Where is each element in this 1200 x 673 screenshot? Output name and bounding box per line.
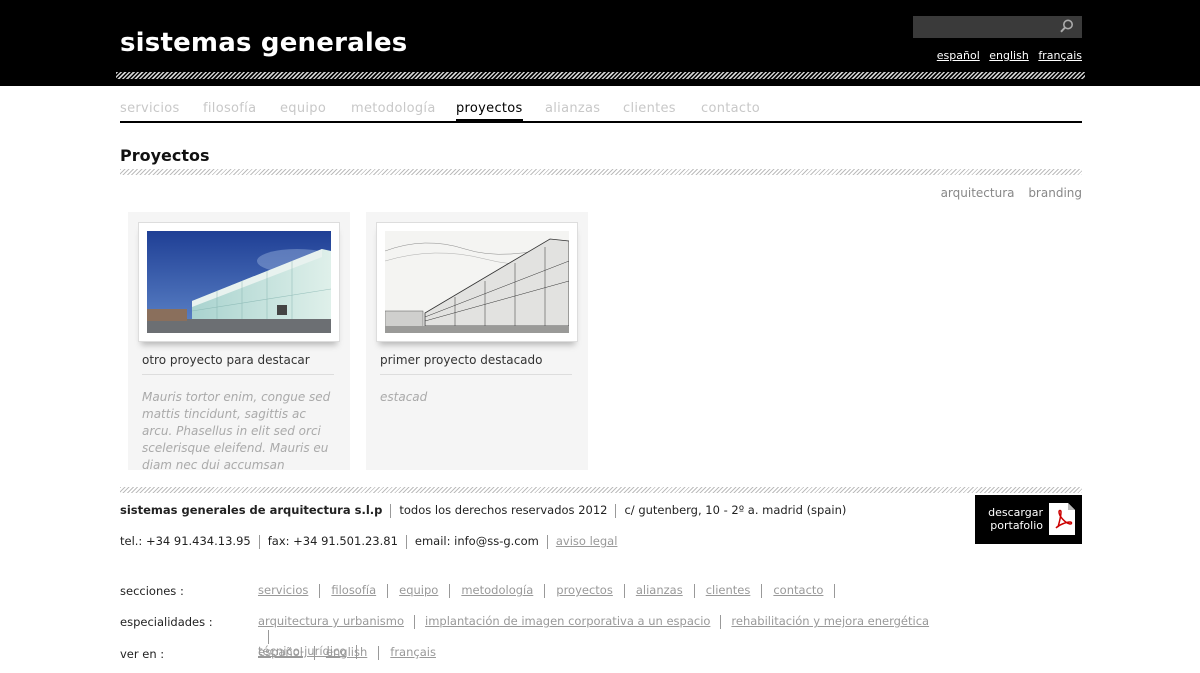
title-hatch-divider xyxy=(120,169,1082,175)
lang-espanol-link[interactable]: español xyxy=(937,49,980,62)
site-header: sistemas generales español english franç… xyxy=(0,0,1200,86)
nav-contacto[interactable]: contacto xyxy=(701,101,760,116)
nav-alianzas[interactable]: alianzas xyxy=(545,101,600,116)
sitemap-link-arquitectura[interactable]: arquitectura y urbanismo xyxy=(258,614,404,628)
nav-metodologia[interactable]: metodología xyxy=(351,101,436,116)
project-image-rendering[interactable] xyxy=(147,231,331,333)
search-icon[interactable] xyxy=(1060,19,1074,33)
card-divider xyxy=(142,374,334,375)
sitemap-lang-francais[interactable]: français xyxy=(390,645,436,659)
footer-company: sistemas generales de arquitectura s.l.p xyxy=(120,503,383,517)
project-card[interactable]: primer proyecto destacado estacad xyxy=(366,212,588,470)
project-image-sketch[interactable] xyxy=(385,231,569,333)
footer-rights: todos los derechos reservados 2012 xyxy=(399,503,608,517)
page-title: Proyectos xyxy=(120,146,210,165)
sitemap-ver-links: español english français xyxy=(258,645,436,660)
download-portfolio-label: descargar portafolio xyxy=(988,506,1043,532)
nav-proyectos[interactable]: proyectos xyxy=(456,101,523,123)
sitemap-link-proyectos[interactable]: proyectos xyxy=(556,583,613,597)
sitemap-especialidades-label: especialidades : xyxy=(120,615,213,629)
footer-hatch-divider xyxy=(120,487,1082,493)
header-hatch-divider xyxy=(116,72,1085,79)
footer-fax: fax: +34 91.501.23.81 xyxy=(267,534,398,548)
search-input[interactable] xyxy=(913,16,1058,38)
sitemap-link-contacto[interactable]: contacto xyxy=(773,583,823,597)
sitemap-lang-espanol[interactable]: español xyxy=(258,645,303,659)
footer-company-line: sistemas generales de arquitectura s.l.p… xyxy=(120,503,846,518)
search-box xyxy=(913,16,1082,38)
nav-servicios[interactable]: servicios xyxy=(120,101,180,116)
filter-arquitectura[interactable]: arquitectura xyxy=(941,186,1015,200)
sitemap-link-alianzas[interactable]: alianzas xyxy=(636,583,683,597)
legal-notice-link[interactable]: aviso legal xyxy=(556,534,618,548)
site-title[interactable]: sistemas generales xyxy=(120,28,407,58)
lang-francais-link[interactable]: français xyxy=(1038,49,1082,62)
sitemap-link-equipo[interactable]: equipo xyxy=(399,583,438,597)
footer-tel: tel.: +34 91.434.13.95 xyxy=(120,534,251,548)
sitemap-link-metodologia[interactable]: metodología xyxy=(461,583,533,597)
sitemap-ver-label: ver en : xyxy=(120,647,165,661)
main-nav: servicios filosofía equipo metodología p… xyxy=(120,101,1082,123)
project-title[interactable]: primer proyecto destacado xyxy=(380,353,543,367)
sitemap-secciones-label: secciones : xyxy=(120,584,184,598)
nav-filosofia[interactable]: filosofía xyxy=(203,101,256,116)
project-title[interactable]: otro proyecto para destacar xyxy=(142,353,310,367)
project-image-frame xyxy=(376,222,578,342)
sitemap-link-imagen-corporativa[interactable]: implantación de imagen corporativa a un … xyxy=(425,614,710,628)
footer-email[interactable]: email: info@ss-g.com xyxy=(415,534,539,548)
sitemap-link-rehabilitacion[interactable]: rehabilitación y mejora energética xyxy=(731,614,929,628)
nav-clientes[interactable]: clientes xyxy=(623,101,676,116)
project-filters: arquitectura branding xyxy=(931,186,1082,200)
download-portfolio-button[interactable]: descargar portafolio xyxy=(975,495,1082,544)
sitemap-link-servicios[interactable]: servicios xyxy=(258,583,308,597)
footer-contact-line: tel.: +34 91.434.13.95 fax: +34 91.501.23… xyxy=(120,534,617,549)
lang-english-link[interactable]: english xyxy=(989,49,1029,62)
sitemap-lang-english[interactable]: english xyxy=(326,645,367,659)
sitemap-secciones-links: servicios filosofía equipo metodología proye… xyxy=(258,583,846,598)
sitemap-link-clientes[interactable]: clientes xyxy=(706,583,751,597)
project-card[interactable]: otro proyecto para destacar Mauris torto… xyxy=(128,212,350,470)
language-switcher: español english français xyxy=(931,49,1082,62)
project-description: Mauris tortor enim, congue sed mattis ti… xyxy=(142,390,331,469)
project-image-frame xyxy=(138,222,340,342)
footer-address: c/ gutenberg, 10 - 2º a. madrid (spain) xyxy=(624,503,847,517)
nav-equipo[interactable]: equipo xyxy=(280,101,326,116)
project-description: estacad xyxy=(380,390,428,404)
card-divider xyxy=(380,374,572,375)
sitemap-link-filosofia[interactable]: filosofía xyxy=(331,583,376,597)
filter-branding[interactable]: branding xyxy=(1028,186,1082,200)
pdf-icon xyxy=(1049,503,1075,535)
